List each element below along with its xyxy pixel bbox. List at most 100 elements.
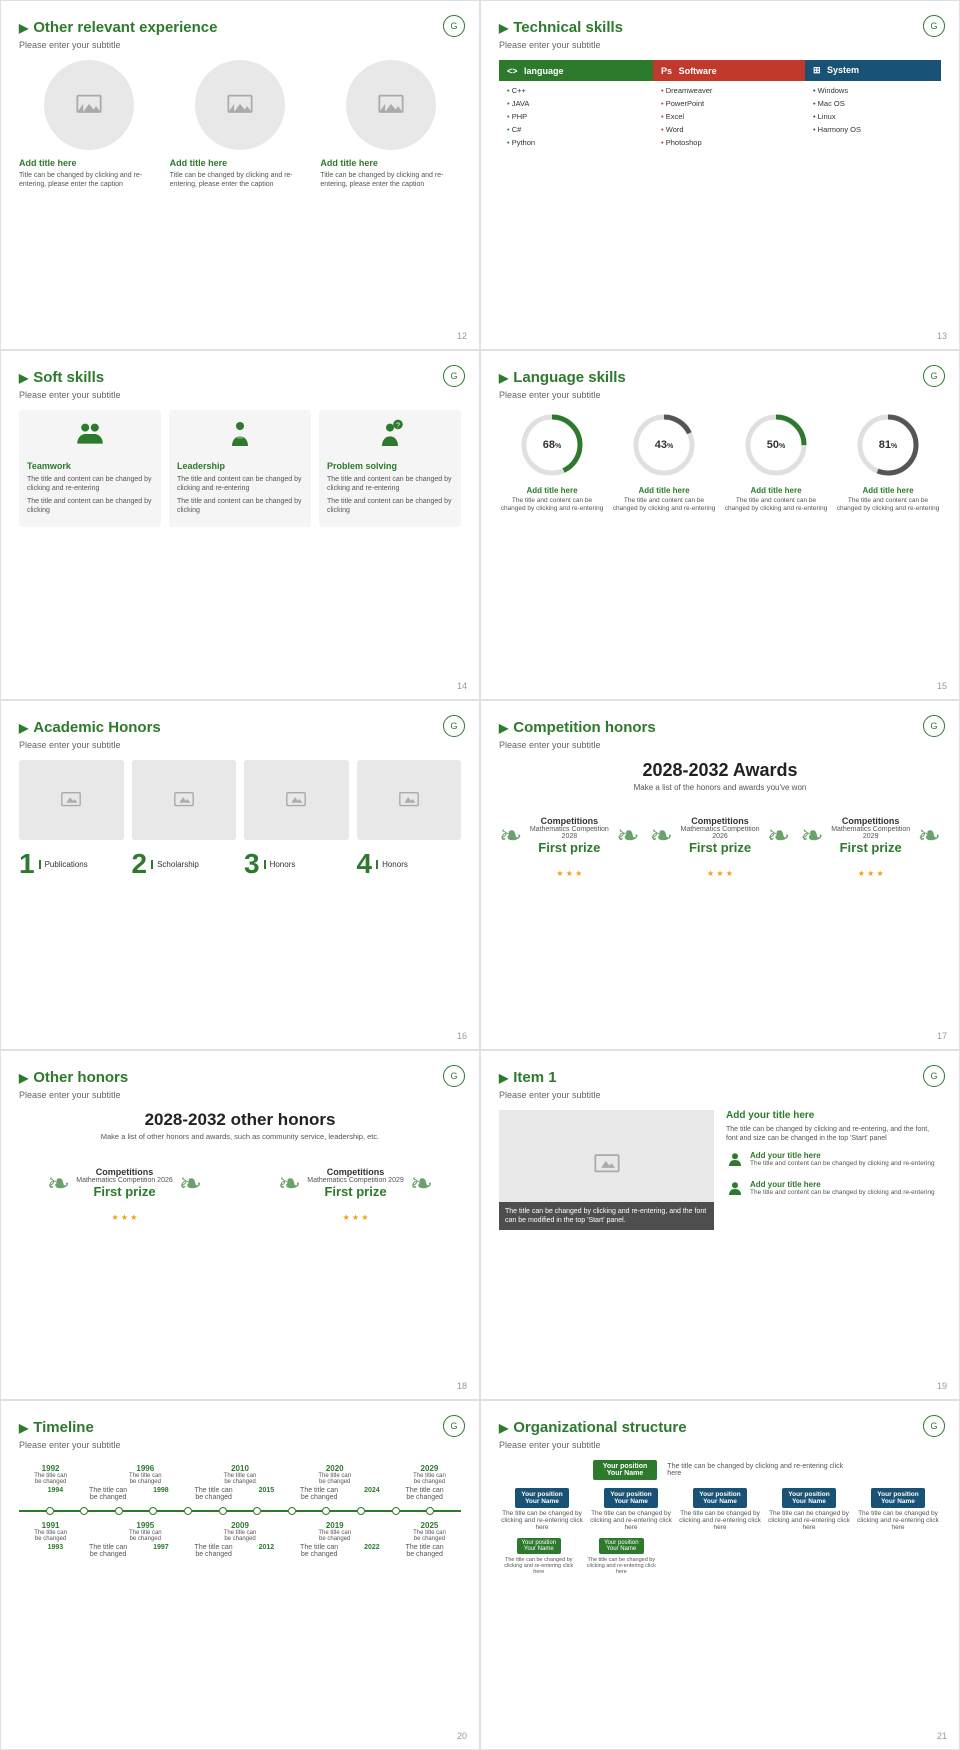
laurel-right-2: ❧ [767, 819, 790, 852]
lang-circle-2: 43% Add title here The title and content… [611, 410, 717, 514]
sw-header: Ps Software [653, 60, 805, 81]
soft-card-2-desc: The title and content can be changed by … [177, 475, 303, 493]
slide-15-subtitle: Please enter your subtitle [499, 390, 941, 400]
lang-item-4: C# [507, 125, 521, 134]
slide-20-subtitle: Please enter your subtitle [19, 1440, 461, 1450]
honor-label-4: Honors [376, 860, 408, 869]
slide-17-icon: G [923, 715, 945, 737]
slide-18: ▶ Other honors Please enter your subtitl… [0, 1050, 480, 1400]
experience-cards: Add title here Title can be changed by c… [19, 60, 461, 189]
other-hon-big-title: 2028-2032 other honors [19, 1110, 461, 1130]
circle-1-pct: 68% [543, 439, 561, 451]
sw-item-1: Dreamweaver [661, 86, 712, 95]
slide-19-num: 19 [937, 1381, 947, 1391]
arrow-icon-13: ▶ [499, 21, 508, 35]
comp-stars-2: ★ ★ ★ [650, 869, 791, 878]
honor-num-1: 1 Publications [19, 848, 124, 880]
honor-label-2: Scholarship [151, 860, 199, 869]
soft-card-3-title: Problem solving [327, 461, 453, 471]
exp-img-3 [346, 60, 436, 150]
item1-layout: The title can be changed by clicking and… [499, 1110, 941, 1230]
slide-12-icon: G [443, 15, 465, 37]
honor-num-2: 2 Scholarship [132, 848, 237, 880]
laurel-left-3: ❧ [800, 819, 823, 852]
other-comp-1-name: Competitions [76, 1167, 173, 1177]
person-1-title: Add your title here [750, 1151, 935, 1160]
item1-right: Add your title here The title can be cha… [726, 1110, 941, 1230]
other-laurel-left-1: ❧ [47, 1167, 70, 1200]
other-stars-2: ★ ★ ★ [250, 1213, 461, 1222]
comp-3-name: Competitions [830, 816, 912, 826]
comp-1-name: Competitions [528, 816, 610, 826]
soft-card-3: ? Problem solving The title and content … [319, 410, 461, 527]
soft-card-3-extra: The title and content can be changed by … [327, 497, 453, 515]
soft-card-2: Leadership The title and content can be … [169, 410, 311, 527]
honor-n-3: 3 [244, 848, 260, 880]
circle-3-pct: 50% [767, 439, 785, 451]
slide-16-subtitle: Please enter your subtitle [19, 740, 461, 750]
item1-big-title: Add your title here [726, 1110, 941, 1121]
comp-17-awards: ❧ Competitions Mathematics Competition 2… [499, 804, 941, 878]
slide-16-icon: G [443, 715, 465, 737]
slide-13-subtitle: Please enter your subtitle [499, 40, 941, 50]
slide-21-subtitle: Please enter your subtitle [499, 1440, 941, 1450]
lang-item-3: PHP [507, 112, 527, 121]
arrow-icon-15: ▶ [499, 371, 508, 385]
honor-label-1: Publications [39, 860, 88, 869]
comp-2-prize: First prize [679, 840, 761, 855]
arrow-icon: ▶ [19, 21, 28, 35]
problem-solving-icon: ? [327, 418, 453, 455]
comp-17-big-sub: Make a list of the honors and awards you… [499, 783, 941, 792]
exp-card-3: Add title here Title can be changed by c… [320, 60, 461, 189]
lang-item-5: Python [507, 138, 535, 147]
org-bot-2: Your positionYour Name The title can be … [582, 1537, 662, 1575]
slide-14-title: ▶ Soft skills [19, 369, 104, 386]
item1-left: The title can be changed by clicking and… [499, 1110, 714, 1230]
lang-item-1: C++ [507, 86, 526, 95]
lang-3-title: Add title here [723, 486, 829, 495]
comp-3-prize: First prize [830, 840, 912, 855]
slide-13-num: 13 [937, 331, 947, 341]
sw-item-2: PowerPoint [661, 99, 704, 108]
slide-21-title: ▶ Organizational structure [499, 1419, 687, 1436]
honor-num-3: 3 Honors [244, 848, 349, 880]
person-1-icon [726, 1151, 744, 1174]
language-circles: 68% Add title here The title and content… [499, 410, 941, 514]
laurel-left-1: ❧ [499, 819, 522, 852]
sys-item-1: Windows [813, 86, 848, 95]
timeline: 1992 The title canbe changed 1996 The ti… [19, 1464, 461, 1558]
slide-15-icon: G [923, 365, 945, 387]
sw-item-5: Photoshop [661, 138, 702, 147]
circle-2-pct: 43% [655, 439, 673, 451]
exp-card-1-desc: Title can be changed by clicking and re-… [19, 171, 160, 189]
slide-16-title: ▶ Academic Honors [19, 719, 161, 736]
sys-header: ⊞ System [805, 60, 941, 81]
slide-13-icon: G [923, 15, 945, 37]
soft-card-1: ♟ Teamwork The title and content can be … [19, 410, 161, 527]
honor-n-2: 2 [132, 848, 148, 880]
honor-images [19, 760, 461, 840]
item1-caption: The title can be changed by clicking and… [499, 1202, 714, 1230]
honor-num-4: 4 Honors [357, 848, 462, 880]
exp-img-2 [195, 60, 285, 150]
comp-1-prize: First prize [528, 840, 610, 855]
honor-img-2 [132, 760, 237, 840]
org-mid-5: Your positionYour Name The title can be … [855, 1488, 941, 1531]
comp-award-3: ❧ Competitions Mathematics Competition 2… [800, 804, 941, 878]
svg-text:♟: ♟ [87, 429, 93, 436]
arrow-icon-14: ▶ [19, 371, 28, 385]
slide-20-title: ▶ Timeline [19, 1419, 94, 1436]
comp-2-event: Mathematics Competition 2026 [679, 826, 761, 840]
soft-card-1-desc: The title and content can be changed by … [27, 475, 153, 493]
exp-card-2: Add title here Title can be changed by c… [170, 60, 311, 189]
slide-21: ▶ Organizational structure Please enter … [480, 1400, 960, 1750]
tech-skills-table: <> language Ps Software ⊞ System C++ [499, 60, 941, 149]
leadership-icon [177, 418, 303, 455]
comp-stars-1: ★ ★ ★ [499, 869, 640, 878]
other-comp-2-prize: First prize [307, 1184, 404, 1199]
lang-circle-3: 50% Add title here The title and content… [723, 410, 829, 514]
org-mid-3: Your positionYour Name The title can be … [677, 1488, 763, 1531]
comp-17-big-title: 2028-2032 Awards [499, 760, 941, 781]
comp-stars-3: ★ ★ ★ [800, 869, 941, 878]
lang-circle-1: 68% Add title here The title and content… [499, 410, 605, 514]
